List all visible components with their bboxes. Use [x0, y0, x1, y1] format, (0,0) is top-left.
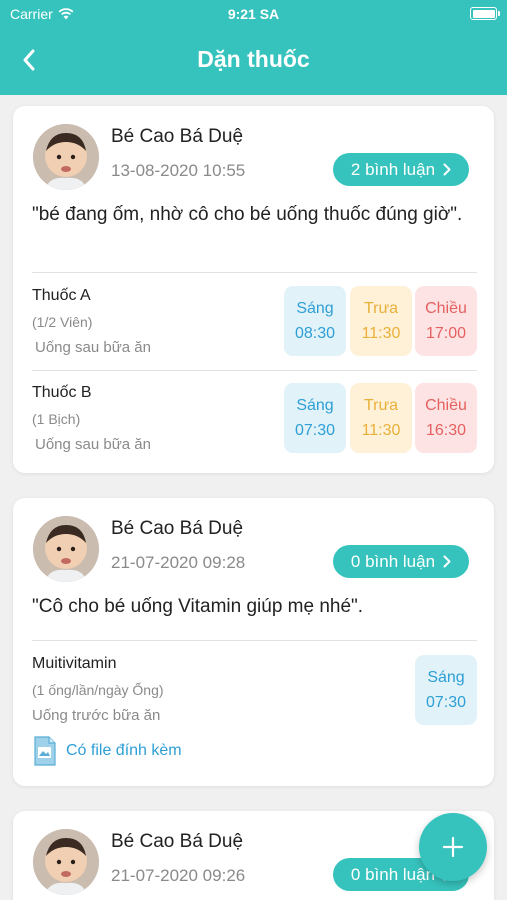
schedule-slot-noon: Trưa 11:30 — [350, 383, 412, 453]
status-bar: Carrier 9:21 SA — [0, 0, 507, 28]
author-name: Bé Cao Bá Duệ — [111, 831, 244, 852]
medication-post-card[interactable]: Bé Cao Bá Duệ 13-08-2020 10:55 2 bình lu… — [13, 106, 494, 473]
schedule-slot-afternoon: Chiều 17:00 — [415, 286, 477, 356]
medication-post-card[interactable]: Bé Cao Bá Duệ 21-07-2020 09:28 0 bình lu… — [13, 498, 494, 786]
plus-icon — [442, 836, 464, 858]
schedule-slot-afternoon: Chiều 16:30 — [415, 383, 477, 453]
comments-label: 0 bình luận — [350, 551, 436, 571]
slot-time: 07:30 — [425, 693, 467, 711]
comments-label: 0 bình luận — [350, 864, 436, 884]
chevron-right-icon — [443, 163, 451, 176]
slot-label: Trưa — [363, 396, 399, 414]
add-button[interactable] — [419, 813, 487, 881]
slot-label: Chiều — [425, 299, 467, 317]
post-message: "Cô cho bé uống Vitamin giúp mẹ nhé". — [32, 596, 364, 617]
slot-time: 16:30 — [425, 421, 467, 439]
status-time: 9:21 SA — [227, 6, 280, 22]
avatar — [33, 829, 99, 895]
medicine-dose: (1 ống/lần/ngày Ống) — [32, 682, 164, 698]
medicine-name: Thuốc A — [32, 287, 91, 304]
schedule-slot-noon: Trưa 11:30 — [350, 286, 412, 356]
divider — [32, 370, 477, 371]
divider — [32, 272, 477, 273]
comments-button[interactable]: 2 bình luận — [333, 153, 469, 186]
medicine-instruction: Uống sau bữa ăn — [35, 339, 151, 356]
schedule-slot-morning: Sáng 07:30 — [415, 655, 477, 725]
medicine-name: Thuốc B — [32, 384, 92, 401]
medicine-dose: (1 Bịch) — [32, 411, 81, 427]
author-name: Bé Cao Bá Duệ — [111, 126, 244, 147]
comments-button[interactable]: 0 bình luận — [333, 545, 469, 578]
medicine-instruction: Uống trước bữa ăn — [32, 707, 161, 724]
avatar — [33, 124, 99, 190]
schedule-slot-morning: Sáng 07:30 — [284, 383, 346, 453]
post-datetime: 21-07-2020 09:26 — [111, 866, 246, 885]
top-bar: Carrier 9:21 SA Dặn thuốc — [0, 0, 507, 95]
file-icon — [34, 736, 56, 766]
slot-time: 07:30 — [294, 421, 336, 439]
slot-label: Sáng — [296, 299, 334, 317]
medicine-instruction: Uống sau bữa ăn — [35, 436, 151, 453]
medicine-name: Muitivitamin — [32, 655, 117, 672]
slot-label: Trưa — [363, 299, 399, 317]
author-name: Bé Cao Bá Duệ — [111, 518, 244, 539]
slot-label: Sáng — [427, 668, 465, 686]
divider — [32, 640, 477, 641]
medicine-dose: (1/2 Viên) — [32, 314, 93, 330]
slot-label: Chiều — [425, 396, 467, 414]
post-datetime: 13-08-2020 10:55 — [111, 161, 246, 180]
battery-icon — [470, 7, 500, 20]
slot-time: 17:00 — [425, 324, 467, 342]
attachment-label: Có file đính kèm — [66, 742, 182, 759]
chevron-right-icon — [443, 555, 451, 568]
nav-bar: Dặn thuốc — [0, 28, 507, 95]
post-message: "bé đang ốm, nhờ cô cho bé uống thuốc đú… — [32, 204, 463, 225]
slot-label: Sáng — [296, 396, 334, 414]
page-title: Dặn thuốc — [197, 46, 310, 72]
comments-label: 2 bình luận — [350, 159, 436, 179]
slot-time: 11:30 — [361, 421, 401, 439]
post-datetime: 21-07-2020 09:28 — [111, 553, 246, 572]
attachment-link[interactable]: Có file đính kèm — [33, 736, 182, 766]
schedule-slot-morning: Sáng 08:30 — [284, 286, 346, 356]
slot-time: 11:30 — [361, 324, 401, 342]
slot-time: 08:30 — [294, 324, 336, 342]
avatar — [33, 516, 99, 582]
